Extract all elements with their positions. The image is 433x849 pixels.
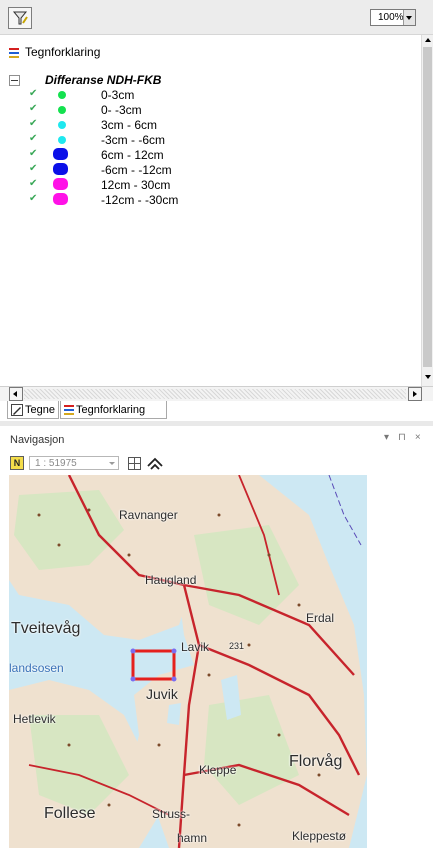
panel-tabbar: Tegne Tegnforklaring	[0, 401, 433, 421]
legend-item[interactable]: ✔ 12cm - 30cm	[0, 177, 300, 192]
zoom-extent-icon[interactable]	[147, 457, 165, 470]
panel-divider	[0, 421, 433, 426]
legend-list-icon	[9, 47, 19, 58]
chevron-down-icon[interactable]	[109, 462, 115, 465]
scale-input[interactable]: 1 : 51975	[29, 456, 119, 470]
chevron-down-icon[interactable]	[403, 10, 415, 25]
legend-horizontal-scrollbar[interactable]	[0, 386, 433, 401]
map-label-kleppesto: Kleppestø	[292, 829, 347, 843]
legend-item-list: ✔ 0-3cm ✔ 0- -3cm ✔ 3cm - 6cm ✔ -3cm - -6cm ✔ 6cm…	[0, 87, 300, 207]
legend-item-label: -6cm - -12cm	[101, 163, 172, 177]
legend-item-label: -12cm - -30cm	[101, 193, 179, 207]
checkmark-icon[interactable]: ✔	[29, 163, 37, 174]
map-label-hetlevik: Hetlevik	[13, 712, 56, 726]
scroll-right-button[interactable]	[408, 387, 422, 401]
tab-legend-label: Tegnforklaring	[76, 403, 146, 416]
zoom-select[interactable]: 100%	[370, 9, 416, 26]
legend-symbol-icon	[58, 136, 66, 144]
tab-draw-label: Tegne	[25, 403, 55, 416]
legend-symbol-icon	[53, 193, 68, 205]
navigation-toolbar: N 1 : 51975	[10, 455, 165, 471]
map-label-follese: Follese	[44, 805, 96, 822]
legend-item[interactable]: ✔ 0-3cm	[0, 87, 300, 102]
checkmark-icon[interactable]: ✔	[29, 148, 37, 159]
legend-symbol-icon	[58, 121, 66, 129]
legend-item[interactable]: ✔ -3cm - -6cm	[0, 132, 300, 147]
checkmark-icon[interactable]: ✔	[29, 133, 37, 144]
close-icon[interactable]: ×	[415, 432, 421, 443]
legend-item[interactable]: ✔ 3cm - 6cm	[0, 117, 300, 132]
map-label-erdal: Erdal	[306, 611, 335, 625]
legend-list-icon	[64, 404, 74, 415]
legend-symbol-icon	[58, 106, 66, 114]
scroll-up-icon[interactable]	[425, 38, 431, 42]
legend-symbol-icon	[53, 178, 68, 190]
legend-symbol-icon	[53, 163, 68, 175]
map-label-tveitevag: Tveitevåg	[11, 620, 81, 637]
map-label-hamn: hamn	[177, 831, 208, 845]
grid-icon[interactable]	[128, 456, 141, 470]
map-label-florvag: Florvåg	[289, 753, 343, 770]
pencil-icon	[11, 403, 23, 416]
overview-map[interactable]: Ravnanger Haugland Tveitevåg Erdal Lavik…	[9, 475, 367, 848]
checkmark-icon[interactable]: ✔	[29, 88, 37, 99]
legend-item-label: 12cm - 30cm	[101, 178, 171, 192]
scroll-track[interactable]	[24, 389, 406, 399]
tab-legend[interactable]: Tegnforklaring	[60, 401, 167, 419]
dropdown-icon[interactable]: ▾	[384, 432, 389, 443]
checkmark-icon[interactable]: ✔	[29, 103, 37, 114]
legend-group-row: Differanse NDH-FKB	[9, 73, 161, 87]
legend-symbol-icon	[53, 148, 68, 160]
map-label-juvik: Juvik	[146, 686, 178, 702]
legend-header: Tegnforklaring	[9, 44, 100, 60]
map-label-kleppe: Kleppe	[199, 763, 237, 777]
legend-group-title: Differanse NDH-FKB	[45, 73, 162, 87]
dock-pin-icon[interactable]: ⊓	[398, 432, 406, 443]
map-label-struss: Struss-	[152, 807, 191, 821]
checkmark-icon[interactable]: ✔	[29, 118, 37, 129]
legend-item-label: -3cm - -6cm	[101, 133, 165, 147]
legend-item[interactable]: ✔ 0- -3cm	[0, 102, 300, 117]
navigation-panel-controls: ▾ ⊓ ×	[384, 432, 421, 443]
map-label-road-231: 231	[229, 641, 245, 651]
legend-item-label: 0-3cm	[101, 88, 135, 102]
map-label-lavik: Lavik	[181, 640, 210, 654]
collapse-toggle-icon[interactable]	[9, 74, 20, 86]
legend-panel: Tegnforklaring Differanse NDH-FKB ✔ 0-3cm…	[0, 35, 421, 384]
map-label-haugland: Haugland	[145, 573, 197, 587]
checkmark-icon[interactable]: ✔	[29, 178, 37, 189]
map-label-ravnanger: Ravnanger	[119, 508, 178, 522]
tab-draw[interactable]: Tegne	[7, 401, 59, 419]
scroll-thumb[interactable]	[423, 47, 432, 367]
draw-tool-icon	[12, 11, 28, 25]
legend-item[interactable]: ✔ -6cm - -12cm	[0, 162, 300, 177]
top-toolbar: 100%	[0, 0, 433, 35]
map-label-landsosen: landsosen	[9, 661, 64, 675]
legend-item[interactable]: ✔ -12cm - -30cm	[0, 192, 300, 207]
map-lake	[167, 703, 181, 725]
legend-item[interactable]: ✔ 6cm - 12cm	[0, 147, 300, 162]
zoom-value: 100%	[378, 12, 404, 23]
legend-item-label: 0- -3cm	[101, 103, 142, 117]
scale-value: 1 : 51975	[35, 458, 77, 469]
north-arrow-button[interactable]: N	[10, 456, 24, 470]
draw-tool-button[interactable]	[8, 7, 32, 29]
legend-header-label: Tegnforklaring	[25, 45, 101, 59]
legend-item-label: 6cm - 12cm	[101, 148, 164, 162]
scroll-down-icon[interactable]	[425, 375, 431, 379]
legend-symbol-icon	[58, 91, 66, 99]
legend-item-label: 3cm - 6cm	[101, 118, 158, 132]
legend-vertical-scrollbar[interactable]	[421, 35, 433, 386]
checkmark-icon[interactable]: ✔	[29, 193, 37, 204]
navigation-panel-title: Navigasjon	[10, 434, 65, 446]
scroll-left-button[interactable]	[9, 387, 23, 401]
